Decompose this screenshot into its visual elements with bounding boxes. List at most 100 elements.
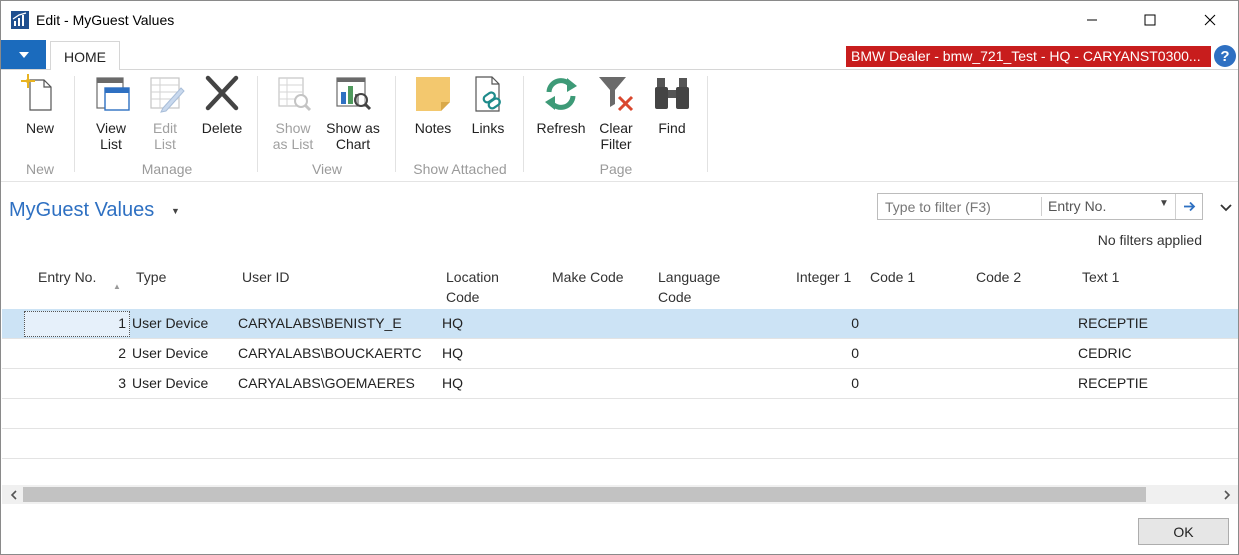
column-header-integer-1[interactable]: Integer 1 (796, 267, 851, 287)
column-header-label: Code (446, 289, 480, 305)
filter-apply-button[interactable] (1178, 196, 1200, 216)
cell-integer-1: 0 (851, 315, 859, 331)
links-button[interactable]: Links (467, 74, 509, 136)
column-header-entry-no[interactable]: Entry No. (38, 267, 96, 287)
view-list-icon (96, 77, 130, 111)
close-button[interactable] (1187, 1, 1233, 39)
minimize-icon (1087, 19, 1097, 21)
column-header-label: Location (446, 269, 499, 285)
app-menu-button[interactable] (1, 40, 46, 69)
ribbon-separator (523, 76, 524, 172)
column-header-location-code[interactable]: Location Code (446, 267, 499, 307)
cell-text-1: RECEPTIE (1078, 375, 1149, 391)
show-as-list-label-1: Show (275, 120, 311, 136)
sort-ascending-icon: ▲ (113, 282, 121, 291)
tab-home[interactable]: HOME (50, 41, 120, 71)
show-as-chart-icon (336, 77, 372, 111)
column-header-language-code[interactable]: Language Code (658, 267, 720, 307)
delete-label: Delete (201, 120, 243, 136)
group-label-page: Page (599, 161, 633, 177)
column-header-text-1[interactable]: Text 1 (1082, 267, 1119, 287)
edit-window: Edit - MyGuest Values HOME BMW Dealer - … (0, 0, 1239, 555)
edit-list-label-1: Edit (152, 120, 178, 136)
edit-list-button[interactable]: Edit List (143, 74, 187, 152)
cell-text-1: RECEPTIE (1078, 315, 1149, 331)
horizontal-scrollbar[interactable] (2, 485, 1238, 504)
edit-list-icon (150, 77, 185, 113)
ribbon-separator (257, 76, 258, 172)
maximize-icon (1144, 14, 1156, 26)
show-as-chart-button[interactable]: Show as Chart (323, 74, 383, 152)
clear-filter-icon (599, 77, 634, 112)
filter-input[interactable] (878, 194, 1042, 219)
notes-icon (416, 77, 450, 111)
maximize-button[interactable] (1127, 1, 1173, 39)
arrow-right-icon (1183, 201, 1195, 211)
minimize-button[interactable] (1069, 1, 1115, 39)
window-title: Edit - MyGuest Values (36, 12, 175, 28)
delete-button[interactable]: Delete (198, 74, 246, 136)
filter-box: Entry No. ▼ (877, 193, 1203, 220)
clear-filter-button[interactable]: Clear Filter (593, 74, 639, 152)
binoculars-icon (655, 78, 689, 109)
collapse-factbox-button[interactable] (1218, 200, 1234, 216)
show-as-list-label-2: as List (272, 136, 314, 152)
title-bar: Edit - MyGuest Values (1, 1, 1238, 39)
view-list-label-2: List (100, 136, 122, 152)
page-title-dropdown-icon[interactable]: ▼ (171, 206, 180, 216)
ribbon-separator (707, 76, 708, 172)
scrollbar-thumb[interactable] (23, 487, 1146, 502)
column-header-code-1[interactable]: Code 1 (870, 267, 915, 287)
page-title: MyGuest Values (9, 199, 155, 221)
notes-button[interactable]: Notes (409, 74, 457, 136)
cell-location-code: HQ (442, 315, 463, 331)
group-label-show-attached: Show Attached (413, 161, 507, 177)
help-icon[interactable]: ? (1214, 45, 1236, 67)
cell-type: User Device (132, 375, 209, 391)
notes-label: Notes (414, 120, 452, 136)
close-icon (1204, 14, 1216, 26)
ribbon: New New View List Edit List Delete Manag… (1, 70, 1238, 182)
column-header-code-2[interactable]: Code 2 (976, 267, 1021, 287)
show-as-list-button[interactable]: Show as List (269, 74, 317, 152)
column-header-user-id[interactable]: User ID (242, 267, 289, 287)
ribbon-tab-row: HOME BMW Dealer - bmw_721_Test - HQ - CA… (1, 39, 1238, 71)
group-label-manage: Manage (141, 161, 193, 177)
table-row[interactable]: 1 User Device CARYALABS\BENISTY_E HQ 0 R… (2, 309, 1238, 339)
show-as-chart-label-1: Show as (326, 120, 380, 136)
scroll-right-icon[interactable] (1219, 486, 1235, 503)
chevron-down-icon[interactable]: ▼ (1159, 198, 1169, 209)
filter-divider (1041, 197, 1042, 216)
view-list-label-1: View (95, 120, 127, 136)
cell-text-1: CEDRIC (1078, 345, 1132, 361)
company-badge: BMW Dealer - bmw_721_Test - HQ - CARYANS… (846, 46, 1211, 67)
clear-filter-label-2: Filter (600, 136, 632, 152)
chevron-down-icon (1220, 204, 1232, 212)
cell-entry-no: 3 (118, 375, 126, 391)
links-icon (475, 76, 501, 112)
delete-icon (205, 75, 239, 111)
cell-entry-no: 1 (118, 315, 126, 331)
refresh-button[interactable]: Refresh (533, 74, 589, 136)
cell-location-code: HQ (442, 375, 463, 391)
group-label-view: View (311, 161, 343, 177)
table-row[interactable]: 3 User Device CARYALABS\GOEMAERES HQ 0 R… (2, 369, 1238, 399)
group-label-new: New (25, 161, 54, 177)
scroll-left-icon[interactable] (5, 486, 21, 503)
column-header-label: Code (658, 289, 692, 305)
cell-type: User Device (132, 315, 209, 331)
new-document-icon (21, 74, 52, 111)
show-as-chart-label-2: Chart (335, 136, 371, 152)
filter-field-select[interactable]: Entry No. (1048, 198, 1106, 214)
table-row[interactable]: 2 User Device CARYALABS\BOUCKAERTC HQ 0 … (2, 339, 1238, 369)
new-button[interactable]: New (17, 74, 63, 136)
column-header-label: Language (658, 269, 721, 285)
find-button[interactable]: Find (651, 74, 693, 136)
ok-button[interactable]: OK (1138, 518, 1229, 545)
cell-entry-no: 2 (118, 345, 126, 361)
filter-status: No filters applied (1097, 232, 1202, 248)
links-label: Links (471, 120, 505, 136)
column-header-type[interactable]: Type (136, 267, 166, 287)
column-header-make-code[interactable]: Make Code (552, 267, 624, 287)
view-list-button[interactable]: View List (89, 74, 133, 152)
